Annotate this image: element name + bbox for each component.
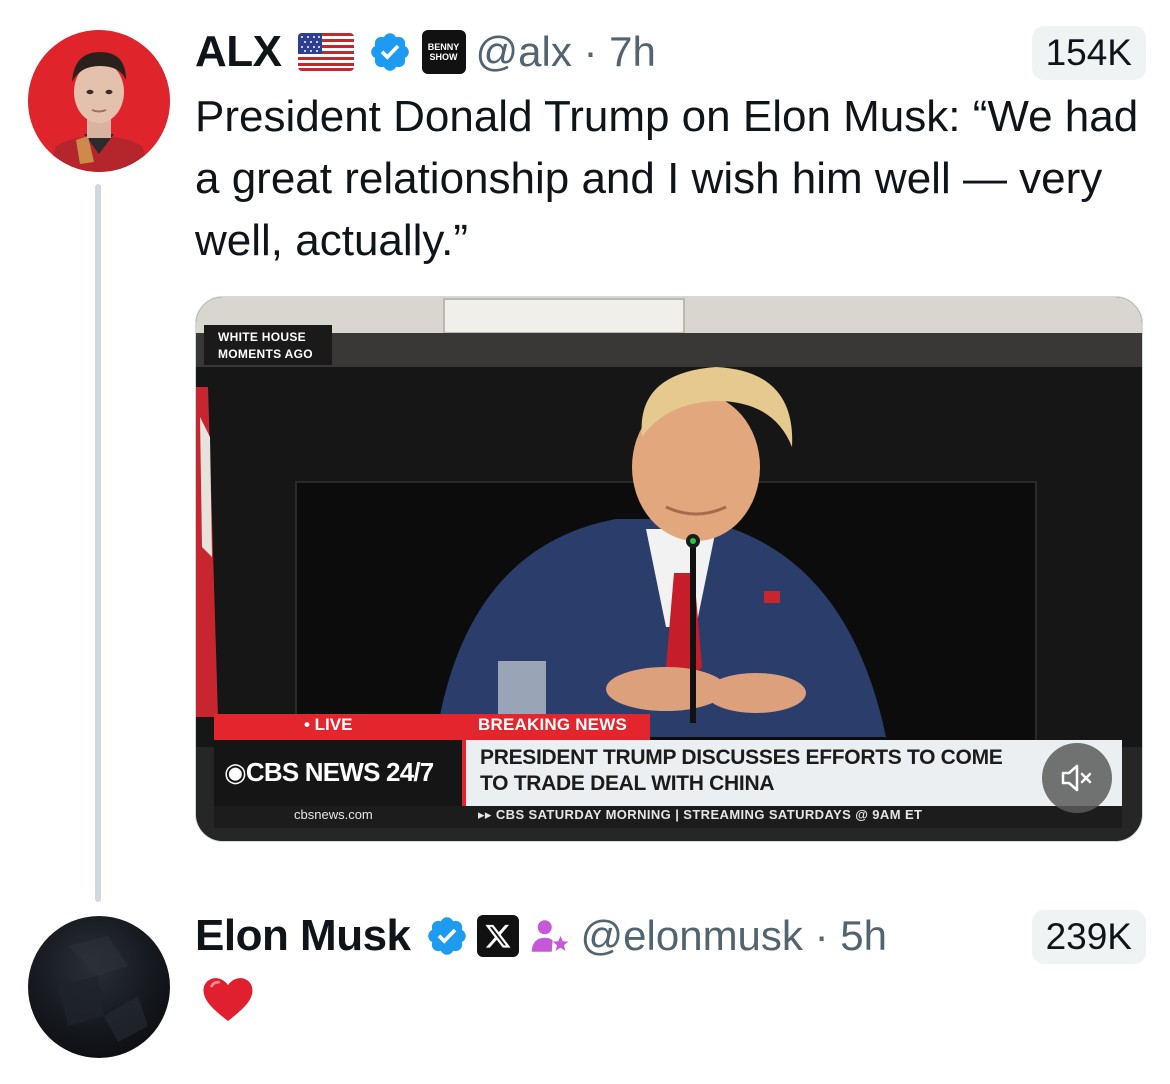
tweet1-header: ALX BENNY SHOW @alx · 7h [195,22,656,82]
author-name[interactable]: Elon Musk [195,911,411,961]
x-affiliate-badge-icon[interactable] [476,915,519,957]
verified-badge-icon[interactable] [425,914,469,958]
speaker-muted-icon [1061,764,1092,792]
tweet2-header: Elon Musk @elonmusk · 5h [195,906,887,966]
ticker-text: ▸▸ CBS SATURDAY MORNING | STREAMING SATU… [478,807,923,822]
breaking-news-label: BREAKING NEWS [478,715,627,734]
handle-and-time[interactable]: @elonmusk · 5h [581,912,887,960]
author-name[interactable]: ALX [195,27,282,77]
network-url: cbsnews.com [294,807,373,822]
unmute-button[interactable] [1042,743,1112,813]
red-heart-emoji [200,972,256,1028]
person-star-icon [529,915,571,957]
views-count[interactable]: 154K [1031,26,1146,80]
location-tag: WHITE HOUSE MOMENTS AGO [204,325,332,365]
benny-show-affiliate-badge[interactable]: BENNY SHOW [421,30,466,74]
live-label: • LIVE [304,715,353,734]
network-logo-text: ◉CBS NEWS 24/7 [224,757,434,787]
chyron-headline: PRESIDENT TRUMP DISCUSSES EFFORTS TO COM… [480,746,1003,795]
video-player[interactable]: WHITE HOUSE MOMENTS AGO • LIVE BREAKING … [195,296,1143,842]
avatar-elonmusk[interactable] [28,916,170,1058]
thread-connector-line [95,184,101,902]
handle-and-time[interactable]: @alx · 7h [476,28,656,76]
tweet-text: President Donald Trump on Elon Musk: “We… [195,92,1139,265]
views-count[interactable]: 239K [1031,910,1146,964]
us-flag-icon [297,33,354,71]
avatar-alx[interactable] [28,30,170,172]
verified-badge-icon[interactable] [368,30,412,74]
